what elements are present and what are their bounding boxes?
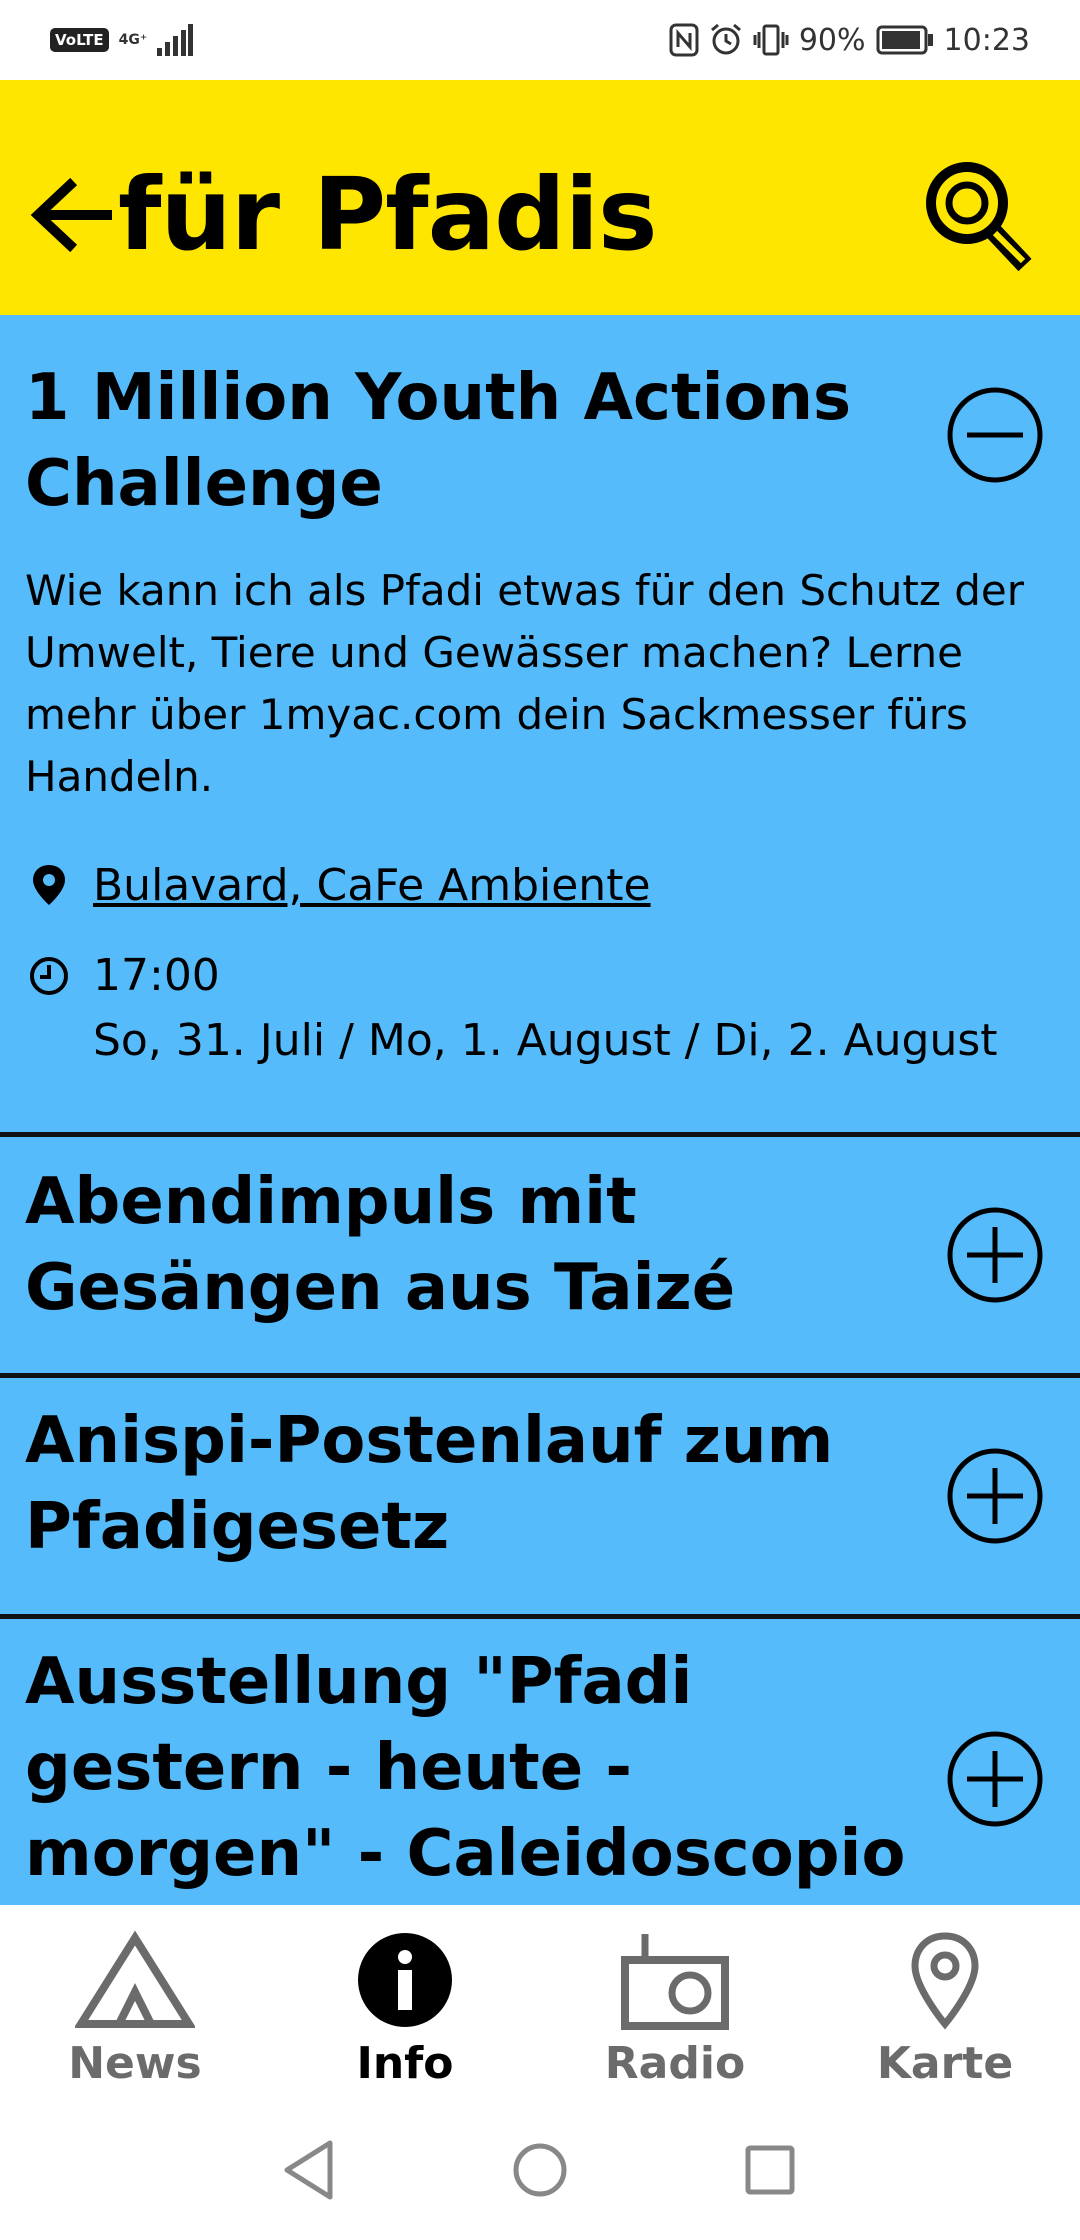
status-left: VoLTE 4G⁺: [50, 22, 194, 58]
volte-badge: VoLTE: [50, 28, 109, 52]
nav-radio-label: Radio: [604, 2038, 746, 2089]
event-list: 1 Million Youth Actions Challenge Wie ka…: [0, 315, 1080, 1905]
nav-news-label: News: [68, 2038, 202, 2089]
battery-icon: [876, 25, 933, 55]
signal-icon: [157, 24, 194, 56]
nav-news[interactable]: News: [35, 1930, 235, 2100]
page-title: für Pfadis: [118, 156, 657, 273]
event-title[interactable]: Ausstellung "Pfadi gestern - heute - mor…: [25, 1639, 945, 1897]
expand-icon[interactable]: [945, 1205, 1045, 1305]
list-item[interactable]: Anispi-Postenlauf zum Pfadigesetz: [0, 1378, 1080, 1616]
time-row: 17:00: [25, 950, 220, 1001]
home-circle-icon[interactable]: [505, 2135, 575, 2205]
recents-square-icon[interactable]: [735, 2135, 805, 2205]
nav-info-label: Info: [356, 2038, 454, 2089]
expand-icon[interactable]: [945, 1729, 1045, 1829]
status-bar: VoLTE 4G⁺ 90% 10:23: [0, 0, 1080, 80]
location-link[interactable]: Bulavard, CaFe Ambiente: [93, 860, 651, 911]
list-item[interactable]: Abendimpuls mit Gesängen aus Taizé: [0, 1137, 1080, 1375]
event-time: 17:00: [93, 950, 220, 1001]
location-pin-icon: [33, 865, 65, 905]
status-right: 90% 10:23: [669, 18, 1030, 62]
event-dates: So, 31. Juli / Mo, 1. August / Di, 2. Au…: [93, 1015, 998, 1066]
event-title[interactable]: 1 Million Youth Actions Challenge: [25, 355, 905, 527]
back-arrow-icon[interactable]: [30, 175, 112, 255]
radio-icon: [621, 1934, 729, 2030]
back-triangle-icon[interactable]: [275, 2135, 345, 2205]
bottom-navigation: News Info Radio Karte: [0, 1905, 1080, 2105]
event-description: Wie kann ich als Pfadi etwas für den Sch…: [25, 566, 1025, 801]
event-title[interactable]: Abendimpuls mit Gesängen aus Taizé: [25, 1159, 905, 1331]
search-icon[interactable]: [915, 155, 1040, 280]
nav-info[interactable]: Info: [305, 1930, 505, 2100]
info-icon: [358, 1933, 452, 2027]
battery-percent: 90%: [798, 22, 866, 58]
alarm-icon: [710, 23, 741, 55]
list-item[interactable]: Ausstellung "Pfadi gestern - heute - mor…: [0, 1619, 1080, 1905]
list-item: 1 Million Youth Actions Challenge Wie ka…: [0, 315, 1080, 1135]
nav-karte-label: Karte: [876, 2038, 1014, 2089]
network-type: 4G⁺: [118, 32, 148, 48]
collapse-icon[interactable]: [945, 385, 1045, 485]
clock-icon: [30, 956, 68, 995]
tent-icon: [75, 1930, 195, 2028]
location-row: Bulavard, CaFe Ambiente: [25, 855, 651, 915]
expand-icon[interactable]: [945, 1446, 1045, 1546]
clock: 10:23: [943, 22, 1030, 58]
system-navigation: [0, 2105, 1080, 2240]
event-title[interactable]: Anispi-Postenlauf zum Pfadigesetz: [25, 1398, 905, 1570]
nfc-icon: [669, 23, 699, 57]
vibrate-icon: [753, 24, 789, 56]
nav-radio[interactable]: Radio: [575, 1930, 775, 2100]
nav-karte[interactable]: Karte: [845, 1930, 1045, 2100]
map-pin-icon: [911, 1932, 979, 2030]
